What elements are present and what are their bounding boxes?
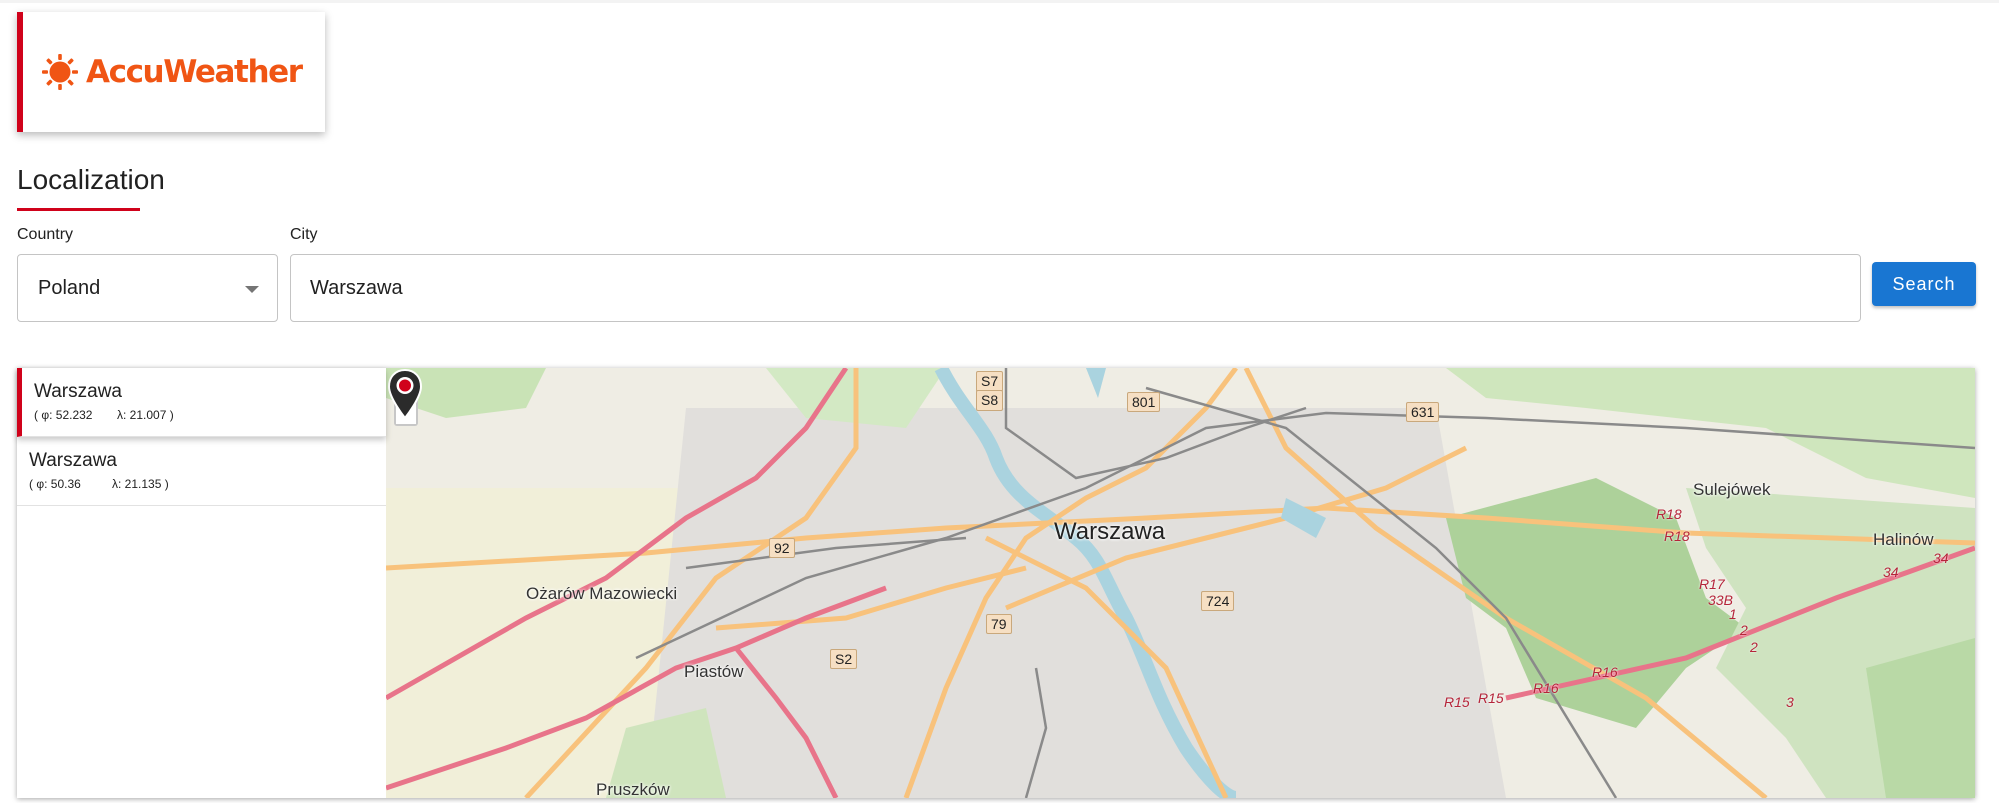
route-label: 2 xyxy=(1740,622,1748,638)
road-shield-s7: S7 xyxy=(976,371,1004,392)
route-label: R17 xyxy=(1699,576,1725,592)
map-label-pruszkow: Pruszków xyxy=(596,780,670,798)
sun-icon xyxy=(42,54,78,90)
city-input[interactable] xyxy=(290,254,1861,322)
result-name: Warszawa xyxy=(29,450,117,471)
latitude: ( φ: 50.36 xyxy=(29,477,81,491)
top-border xyxy=(0,0,1999,3)
road-shield-s2: S2 xyxy=(830,649,858,669)
results-panel: Warszawa ( φ: 52.232 λ: 21.007 ) Warszaw… xyxy=(17,368,1975,798)
map-label-warszawa: Warszawa xyxy=(1054,518,1166,545)
map-pin-icon[interactable] xyxy=(386,368,424,422)
route-label: R18 xyxy=(1656,506,1682,522)
road-shield-92: 92 xyxy=(769,538,795,558)
map-view[interactable]: + − Warszawa Sulejówek Halinów Ożarów Ma… xyxy=(386,368,1975,798)
result-coordinates: ( φ: 52.232 λ: 21.007 ) xyxy=(34,408,386,422)
result-item[interactable]: Warszawa ( φ: 52.232 λ: 21.007 ) xyxy=(17,368,386,437)
route-label: 1 xyxy=(1729,606,1737,622)
road-shield-79: 79 xyxy=(986,614,1012,634)
brand-logo: AccuWeather xyxy=(41,53,303,91)
route-label: R15 xyxy=(1444,694,1470,710)
country-select-value: Poland xyxy=(38,276,101,299)
longitude: λ: 21.007 ) xyxy=(117,408,174,422)
map-label-halinow: Halinów xyxy=(1873,530,1934,549)
route-label: R15 xyxy=(1478,690,1504,706)
map-label-piastow: Piastów xyxy=(684,662,744,681)
route-label: 34 xyxy=(1933,550,1949,566)
caret-down-icon xyxy=(245,286,259,293)
road-shield-801: 801 xyxy=(1127,392,1161,412)
page-title: Localization xyxy=(17,164,165,195)
latitude: ( φ: 52.232 xyxy=(34,408,93,422)
route-label: R18 xyxy=(1664,528,1690,544)
route-label: R16 xyxy=(1533,680,1559,696)
result-item[interactable]: Warszawa ( φ: 50.36 λ: 21.135 ) xyxy=(17,437,386,506)
longitude: λ: 21.135 ) xyxy=(112,477,169,491)
city-label: City xyxy=(290,226,318,243)
search-button[interactable]: Search xyxy=(1872,262,1976,306)
map-tiles xyxy=(386,368,1975,798)
result-list: Warszawa ( φ: 52.232 λ: 21.007 ) Warszaw… xyxy=(17,368,386,798)
brand-logo-card: AccuWeather xyxy=(17,12,325,132)
country-label: Country xyxy=(17,226,74,243)
road-shield-724: 724 xyxy=(1201,591,1235,611)
road-shield-s8: S8 xyxy=(976,390,1004,411)
route-label: 3 xyxy=(1786,694,1794,710)
road-shield-631: 631 xyxy=(1406,402,1440,422)
map-label-sulejowek: Sulejówek xyxy=(1693,480,1771,499)
route-label: 2 xyxy=(1750,639,1758,655)
result-name: Warszawa xyxy=(34,381,122,402)
route-label: R16 xyxy=(1592,664,1618,680)
brand-name: AccuWeather xyxy=(86,54,303,90)
map-label-ozarow: Ożarów Mazowiecki xyxy=(526,584,678,603)
result-coordinates: ( φ: 50.36 λ: 21.135 ) xyxy=(29,477,386,491)
route-label: 34 xyxy=(1883,564,1899,580)
title-underline xyxy=(17,208,140,211)
country-select[interactable]: Poland xyxy=(17,254,278,322)
